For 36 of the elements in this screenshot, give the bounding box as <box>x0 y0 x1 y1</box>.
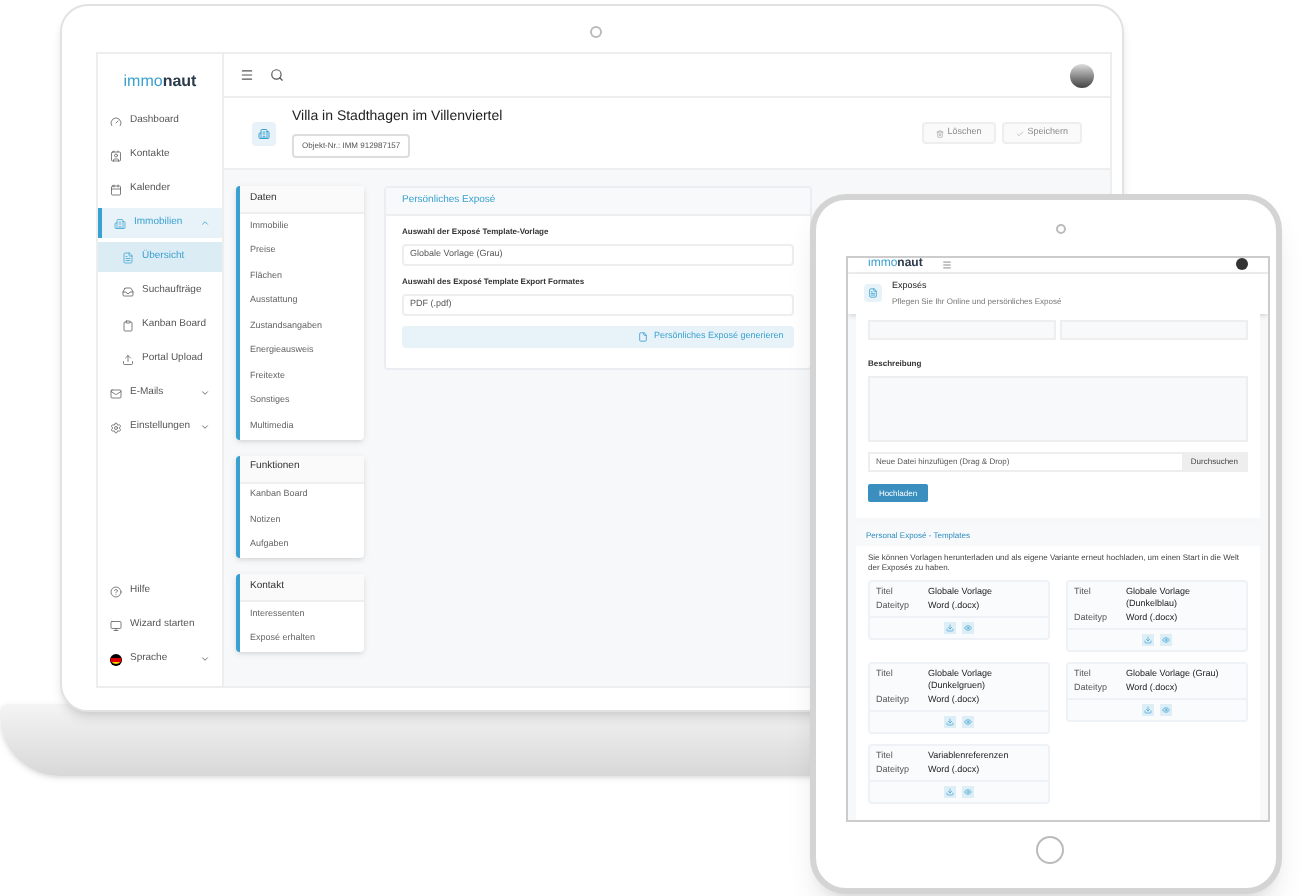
trash-icon <box>935 129 944 137</box>
help-icon <box>110 585 122 597</box>
download-icon[interactable] <box>1142 634 1154 646</box>
eye-icon[interactable] <box>1160 704 1172 716</box>
file-icon <box>638 332 648 342</box>
mail-icon <box>110 387 122 399</box>
eye-icon[interactable] <box>962 716 974 728</box>
monitor-icon <box>110 619 122 631</box>
logo-text: immonaut <box>123 70 197 94</box>
download-icon[interactable] <box>944 622 956 634</box>
calendar-icon <box>110 183 122 195</box>
clipboard-icon <box>122 319 134 331</box>
camera-lens <box>1056 224 1066 234</box>
download-icon[interactable] <box>1142 704 1154 716</box>
search-icon[interactable] <box>270 68 284 82</box>
flag-icon <box>110 653 122 665</box>
upload-icon <box>122 353 134 365</box>
menu-icon[interactable] <box>942 259 953 270</box>
check-icon <box>1015 129 1024 137</box>
inbox-icon <box>122 285 134 297</box>
building-icon <box>114 217 126 229</box>
menu-icon[interactable] <box>240 68 254 82</box>
building-icon <box>258 127 270 139</box>
settings-icon <box>110 421 122 433</box>
eye-icon[interactable] <box>1160 634 1172 646</box>
avatar[interactable] <box>1070 63 1094 87</box>
document-icon <box>868 288 878 299</box>
contact-icon <box>110 149 122 161</box>
file-icon <box>122 251 134 263</box>
download-icon[interactable] <box>944 716 956 728</box>
eye-icon[interactable] <box>962 622 974 634</box>
avatar[interactable] <box>1236 258 1248 271</box>
download-icon[interactable] <box>944 786 956 798</box>
eye-icon[interactable] <box>962 786 974 798</box>
camera-lens <box>590 26 602 38</box>
gauge-icon <box>110 115 122 127</box>
